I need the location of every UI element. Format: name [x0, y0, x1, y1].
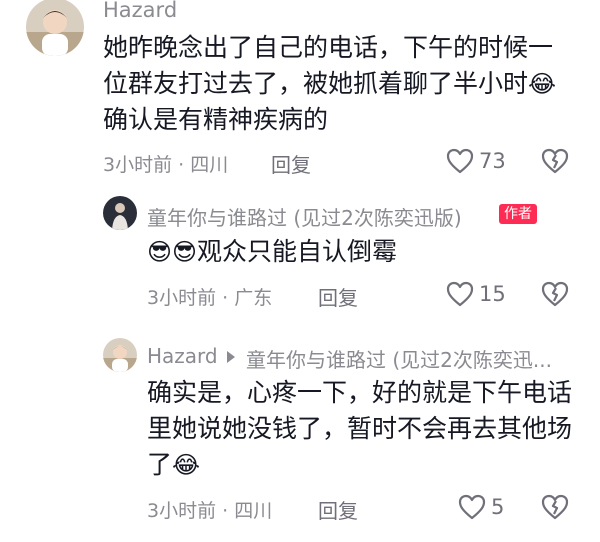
comment-username[interactable]: 童年你与谁路过 (见过2次陈奕迅版) [147, 202, 462, 231]
comment-text: 确实是，心疼一下，好的就是下午电话 里她说她没钱了，暂时不会再去其他场 了😂 [147, 375, 572, 483]
author-badge: 作者 [499, 204, 537, 224]
like-count: 73 [479, 149, 506, 173]
heart-icon[interactable] [446, 148, 474, 174]
laughing-crying-emoji: 😂 [528, 70, 557, 98]
like-count: 15 [479, 282, 506, 306]
comment-time-location: 3小时前 · 四川 [103, 154, 229, 176]
reply-button[interactable]: 回复 [271, 149, 311, 178]
comment-text-line: 里她说她没钱了，暂时不会再去其他场 [147, 414, 573, 443]
heart-icon[interactable] [446, 281, 474, 307]
comment-username[interactable]: Hazard [147, 344, 218, 368]
reply-button[interactable]: 回复 [318, 495, 358, 524]
comment-text-line: 了 [147, 450, 173, 479]
dislike-heart-icon[interactable] [541, 281, 569, 307]
like-count: 5 [491, 495, 505, 519]
dislike-heart-icon[interactable] [541, 148, 569, 174]
heart-icon[interactable] [458, 494, 486, 520]
comment-text-line: 她昨晚念出了自己的电话，下午的时候一 [103, 33, 554, 62]
comment-text: 她昨晚念出了自己的电话，下午的时候一 位群友打过去了，被她抓着聊了半小时😂 确认… [103, 30, 556, 138]
comment-time-location: 3小时前 · 四川 [147, 500, 273, 522]
comment-text-line: 确实是，心疼一下，好的就是下午电话 [147, 378, 573, 407]
laughing-crying-emoji: 😂 [172, 451, 201, 479]
comment-text-line-with-emoji: 位群友打过去了，被她抓着聊了半小时😂 [103, 66, 556, 102]
comment-text-line: 位群友打过去了，被她抓着聊了半小时 [103, 69, 529, 98]
avatar[interactable] [103, 338, 137, 372]
reply-to-username[interactable]: 童年你与谁路过 (见过2次陈奕迅... [246, 344, 572, 373]
dislike-heart-icon[interactable] [541, 494, 569, 520]
comment-text-line-with-emoji: 了😂 [147, 447, 572, 483]
avatar[interactable] [103, 196, 137, 230]
comment-text: 😎😎观众只能自认倒霉 [147, 234, 397, 270]
comment-text-line: 观众只能自认倒霉 [197, 237, 398, 266]
comment-time-location: 3小时前 · 广东 [147, 287, 273, 309]
reply-button[interactable]: 回复 [318, 282, 358, 311]
comment-text-line: 确认是有精神疾病的 [103, 105, 329, 134]
cool-face-emoji: 😎😎 [147, 238, 198, 266]
comment-username[interactable]: Hazard [103, 0, 177, 22]
reply-arrow-icon [226, 350, 236, 364]
avatar[interactable] [26, 0, 84, 56]
